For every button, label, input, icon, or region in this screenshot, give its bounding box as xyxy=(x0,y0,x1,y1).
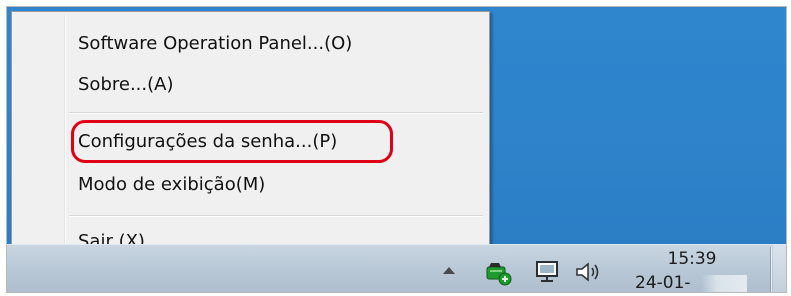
date-redaction-blur xyxy=(701,275,747,292)
network-icon[interactable] xyxy=(534,259,562,285)
tray-context-menu: Software Operation Panel...(O) Sobre...(… xyxy=(11,11,490,261)
menu-item-configuracoes-da-senha[interactable]: Configurações da senha...(P) xyxy=(15,124,486,160)
menu-item-sobre[interactable]: Sobre...(A) xyxy=(15,67,486,103)
menu-item-label: Modo de exibição(M) xyxy=(78,174,266,195)
menu-item-label: Sobre...(A) xyxy=(78,74,174,95)
taskbar: 15:39 24-01- xyxy=(7,244,786,292)
clock-date[interactable]: 24-01- xyxy=(635,273,691,292)
menu-separator xyxy=(69,112,483,114)
volume-icon[interactable] xyxy=(574,260,604,284)
menu-item-label: Software Operation Panel...(O) xyxy=(78,33,353,54)
menu-item-modo-de-exibicao[interactable]: Modo de exibição(M) xyxy=(15,167,486,203)
show-hidden-icons-arrow-icon[interactable] xyxy=(443,267,455,274)
menu-item-label: Configurações da senha...(P) xyxy=(78,131,338,152)
menu-item-software-operation-panel[interactable]: Software Operation Panel...(O) xyxy=(15,26,486,62)
taskbar-divider xyxy=(770,247,772,292)
screenshot-frame: Software Operation Panel...(O) Sobre...(… xyxy=(6,6,787,293)
clock-time[interactable]: 15:39 xyxy=(647,249,737,269)
show-desktop-button[interactable] xyxy=(773,245,786,292)
scanner-icon[interactable] xyxy=(485,259,513,287)
menu-separator xyxy=(69,215,483,217)
